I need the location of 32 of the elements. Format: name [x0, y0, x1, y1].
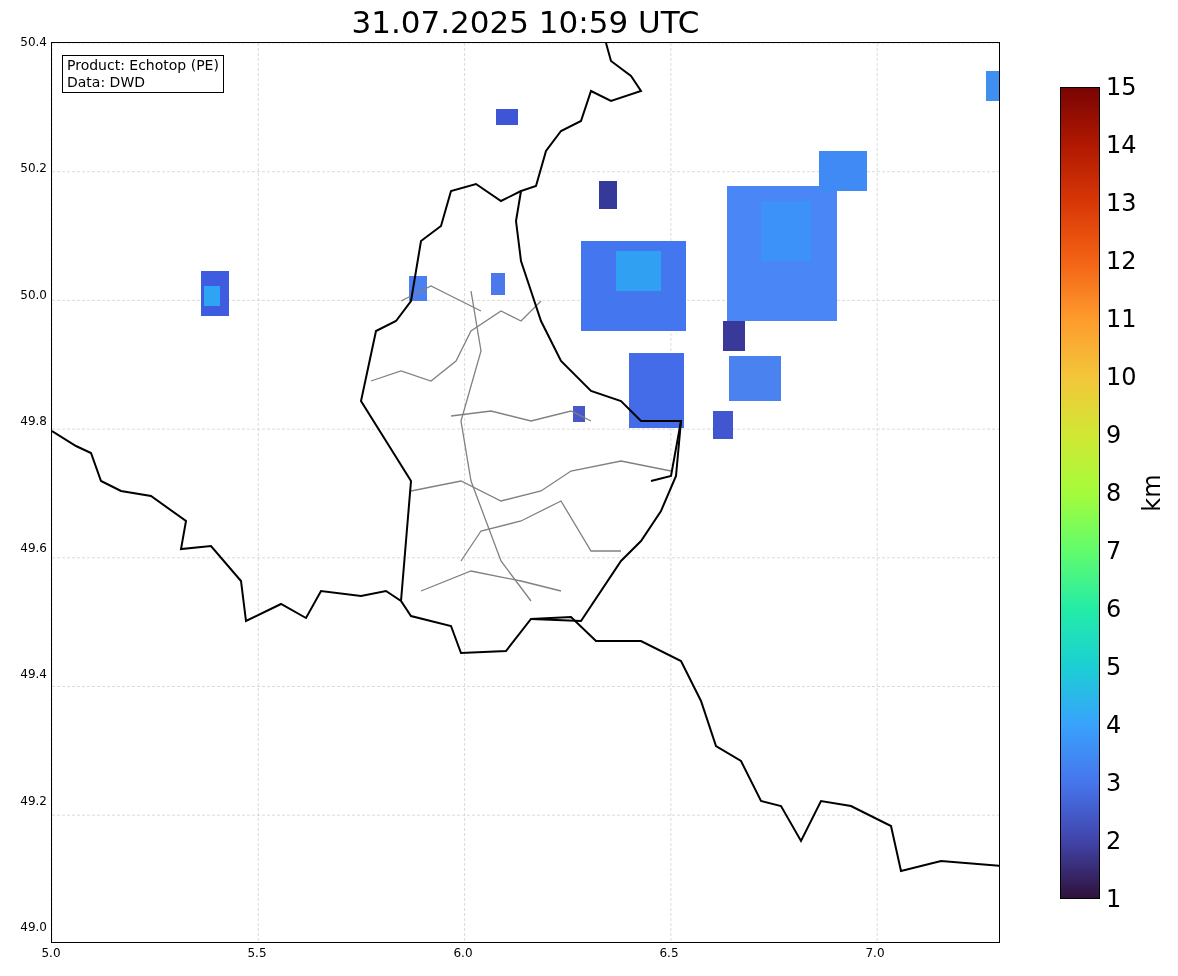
y-tick-label: 49.0	[20, 918, 47, 935]
colorbar-tick-label: 3	[1106, 769, 1123, 797]
colorbar-tick-label: 5	[1106, 653, 1123, 681]
x-tick-label: 7.0	[865, 945, 885, 961]
x-tick-label: 5.5	[247, 945, 267, 961]
colorbar-tick-label: 14	[1106, 131, 1137, 159]
colorbar-tick-label: 4	[1106, 711, 1123, 739]
colorbar-tick-label: 1	[1106, 885, 1123, 913]
colorbar-tick-label: 9	[1106, 421, 1123, 449]
colorbar-label: km	[1136, 474, 1167, 512]
legend-text: Product: Echotop (PE)	[67, 57, 219, 74]
colorbar-tick-label: 2	[1106, 827, 1123, 855]
colorbar-tick-label: 12	[1106, 247, 1137, 275]
colorbar-tick-label: 8	[1106, 479, 1123, 507]
legend-text: Data: DWD	[67, 74, 146, 91]
y-tick-label: 50.4	[20, 34, 47, 50]
y-tick-label: 49.6	[20, 539, 47, 556]
y-tick-label: 49.4	[20, 666, 47, 683]
colorbar-tick-label: 13	[1106, 189, 1137, 217]
chart-title: 31.07.2025 10:59 UTC	[351, 3, 700, 42]
x-tick-label: 5.0	[41, 945, 61, 961]
colorbar-tick-label: 7	[1106, 537, 1123, 565]
x-tick-label: 6.5	[659, 945, 679, 961]
colorbar-tick-label: 11	[1106, 305, 1137, 333]
colorbar-tick-label: 15	[1106, 73, 1137, 101]
colorbar-tick-label: 10	[1106, 363, 1137, 391]
y-tick-label: 50.2	[20, 160, 47, 177]
y-tick-label: 50.0	[20, 286, 47, 303]
x-tick-label: 6.0	[453, 945, 473, 961]
colorbar-tick-label: 6	[1106, 595, 1123, 623]
y-tick-label: 49.8	[20, 413, 47, 430]
y-tick-label: 49.2	[20, 792, 47, 809]
